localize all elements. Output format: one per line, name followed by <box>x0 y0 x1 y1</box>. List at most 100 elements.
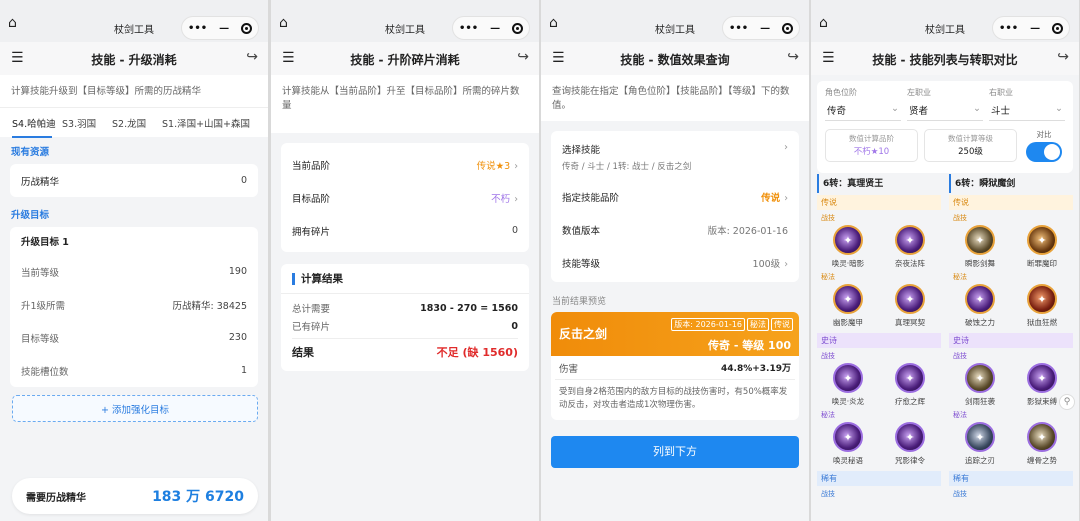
target-grade-row[interactable]: 目标品阶 不朽 › <box>281 181 529 214</box>
slot-row[interactable]: 技能槽位数 1 <box>10 354 258 387</box>
list-below-button[interactable]: 列到下方 <box>551 436 799 468</box>
share-icon[interactable]: ↪ <box>1057 49 1069 65</box>
right-job-select[interactable]: 右职业 斗士 ⌄ <box>989 87 1065 121</box>
tab-s1[interactable]: S1.泽国+山国+森国 <box>162 116 250 130</box>
tab-s2[interactable]: S2.龙国 <box>112 116 162 130</box>
compare-toggle[interactable] <box>1026 142 1062 162</box>
left-legend-skill-row: ✦ 唤灵·暗影 ✦ 奈夜法阵 <box>817 225 941 269</box>
own-fragments-value[interactable]: 0 <box>512 225 518 236</box>
select-skill-row[interactable]: 选择技能 传奇 / 斗士 / 1转: 战士 / 反击之剑 › <box>551 134 799 180</box>
left-grade-rare: 稀有 <box>817 471 941 486</box>
left-cat-arcane: 秘法 <box>821 411 835 419</box>
skill-item[interactable]: ✦ 瞬影剑舞 <box>955 225 1005 269</box>
skill-item[interactable]: ✦ 真理冥契 <box>885 284 935 328</box>
close-circle-icon[interactable] <box>241 22 253 34</box>
chevron-right-icon: › <box>784 142 788 153</box>
skill-item[interactable]: ✦ 唤灵·炎龙 <box>823 363 873 407</box>
calc-grade-box[interactable]: 数值计算品阶 不朽★10 <box>825 129 918 162</box>
essence-row[interactable]: 历战精华 0 <box>10 164 258 197</box>
left-job-select[interactable]: 左职业 贤者 ⌄ <box>907 87 983 121</box>
right-job-label: 右职业 <box>989 88 1013 97</box>
type-chip: 秘法 <box>747 318 769 331</box>
skill-item[interactable]: ✦ 破蚀之力 <box>955 284 1005 328</box>
share-icon[interactable]: ↪ <box>787 49 799 65</box>
skill-name: 影狱束缚 <box>1027 397 1057 406</box>
more-icon[interactable]: ••• <box>999 23 1018 34</box>
share-icon[interactable]: ↪ <box>517 49 529 65</box>
own-fragments-row[interactable]: 拥有碎片 0 <box>281 214 529 247</box>
current-level-label: 当前等级 <box>21 267 60 279</box>
left-job-label: 左职业 <box>907 88 931 97</box>
more-icon[interactable]: ••• <box>188 23 207 34</box>
resources-card: 历战精华 0 <box>10 164 258 197</box>
level-row[interactable]: 技能等级 100级 › <box>551 246 799 279</box>
final-label: 结果 <box>292 346 314 359</box>
close-circle-icon[interactable] <box>512 22 524 34</box>
more-icon[interactable]: ••• <box>459 23 478 34</box>
close-circle-icon[interactable] <box>782 22 794 34</box>
skill-item[interactable]: ✦ 唤灵秘语 <box>823 422 873 466</box>
capsule-menu[interactable]: ••• — <box>452 16 530 40</box>
total-need-label: 总计需要 <box>292 304 331 315</box>
calc-level-value: 250级 <box>958 147 983 157</box>
final-row: 结果 不足 (缺 1560) <box>281 339 529 365</box>
right-legend-arcane-row: ✦ 破蚀之力 ✦ 狱血狂燃 <box>949 284 1073 328</box>
skill-name: 奈夜法阵 <box>895 259 925 268</box>
skill-item[interactable]: ✦ 唤灵·暗影 <box>823 225 873 269</box>
grade-chip: 传说 <box>771 318 793 331</box>
skill-item[interactable]: ✦ 奈夜法阵 <box>885 225 935 269</box>
capsule-menu[interactable]: ••• — <box>992 16 1070 40</box>
share-icon[interactable]: ↪ <box>246 49 258 65</box>
have-row: 已有碎片 0 <box>281 317 529 335</box>
skill-item[interactable]: ✦ 幽影魔甲 <box>823 284 873 328</box>
current-level-value[interactable]: 190 <box>229 266 247 277</box>
target-level-value[interactable]: 230 <box>229 332 247 343</box>
skill-name: 真理冥契 <box>895 318 925 327</box>
current-grade-row[interactable]: 当前品阶 传说★3 › <box>281 148 529 181</box>
minimize-icon[interactable]: — <box>490 23 500 34</box>
add-target-button[interactable]: + 添加强化目标 <box>12 395 258 422</box>
panel-value-query: ⌂ 杖剑工具 ••• — ☰ 技能 - 数值效果查询 ↪ 查询技能在指定【角色位阶… <box>541 0 809 521</box>
damage-label: 伤害 <box>559 363 579 375</box>
calc-level-box[interactable]: 数值计算等级 250级 <box>924 129 1017 162</box>
tab-s3[interactable]: S3.羽国 <box>62 116 112 130</box>
target-title: 升级目标 1 <box>21 237 69 248</box>
role-rank-select[interactable]: 角色位阶 传奇 ⌄ <box>825 87 901 121</box>
right-cat-arcane: 秘法 <box>953 273 967 281</box>
cost-value: 历战精华: 38425 <box>172 300 247 312</box>
right-legend-skill-row: ✦ 瞬影剑舞 ✦ 断罪魔印 <box>949 225 1073 269</box>
chevron-right-icon: › <box>514 160 518 172</box>
capsule-menu[interactable]: ••• — <box>181 16 259 40</box>
skill-item[interactable]: ✦ 疗愈之辉 <box>885 363 935 407</box>
minimize-icon[interactable]: — <box>219 23 229 34</box>
page-title: 技能 - 升级消耗 <box>91 53 177 67</box>
version-row[interactable]: 数值版本 版本: 2026-01-16 <box>551 213 799 246</box>
minimize-icon[interactable]: — <box>1030 23 1040 34</box>
tab-s4[interactable]: S4.哈帕迪 <box>12 116 62 130</box>
current-level-row[interactable]: 当前等级 190 <box>10 255 258 288</box>
capsule-menu[interactable]: ••• — <box>722 16 800 40</box>
close-circle-icon[interactable] <box>1052 22 1064 34</box>
version-chip: 版本: 2026-01-16 <box>671 318 745 331</box>
skill-item[interactable]: ✦ 断罪魔印 <box>1017 225 1067 269</box>
skill-item[interactable]: ✦ 剑雨狂袭 <box>955 363 1005 407</box>
slot-value[interactable]: 1 <box>241 365 247 376</box>
skill-item[interactable]: ✦ 咒影律令 <box>885 422 935 466</box>
skill-item[interactable]: ✦ 狱血狂燃 <box>1017 284 1067 328</box>
minimize-icon[interactable]: — <box>760 23 770 34</box>
skill-icon: ✦ <box>895 422 925 452</box>
page-description: 计算技能从【当前品阶】升至【目标品阶】所需的碎片数量 <box>271 75 539 133</box>
active-tab-indicator <box>12 136 52 138</box>
more-icon[interactable]: ••• <box>729 23 748 34</box>
left-cat-arcane: 秘法 <box>821 273 835 281</box>
essence-value[interactable]: 0 <box>241 175 247 186</box>
location-pin-icon[interactable]: ⚲ <box>1059 394 1075 410</box>
skill-icon: ✦ <box>833 422 863 452</box>
skill-item[interactable]: ✦ 追踪之刃 <box>955 422 1005 466</box>
skill-item[interactable]: ✦ 缠骨之势 <box>1017 422 1067 466</box>
skill-icon: ✦ <box>1027 363 1057 393</box>
target-level-row[interactable]: 目标等级 230 <box>10 321 258 354</box>
essence-label: 历战精华 <box>21 176 60 188</box>
grade-row[interactable]: 指定技能品阶 传说 › <box>551 180 799 213</box>
skill-name: 狱血狂燃 <box>1027 318 1057 327</box>
